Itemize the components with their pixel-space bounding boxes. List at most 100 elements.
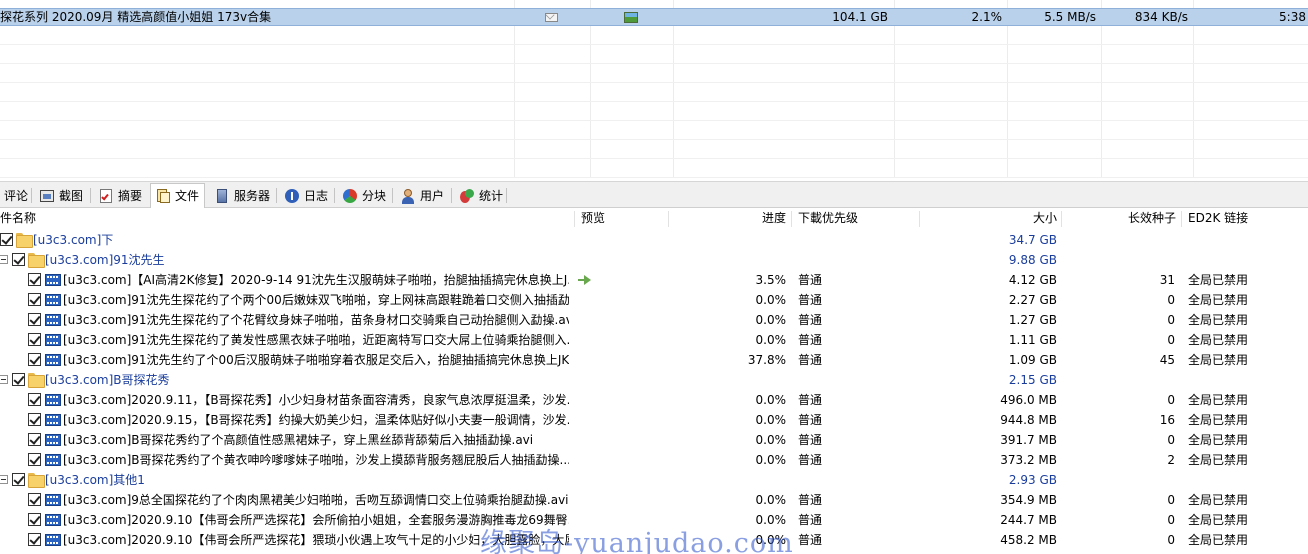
tab-screenshots[interactable]: 截图 [35, 184, 88, 207]
file-priority[interactable]: 普通 [798, 530, 916, 550]
column-header-name[interactable]: 件名称 [0, 209, 570, 229]
checkbox[interactable] [28, 453, 41, 466]
file-row[interactable]: [u3c3.com]9总全国探花约了个肉肉黑裙美少妇啪啪，舌吻互舔调情口交上位骑… [0, 490, 1308, 510]
checkbox[interactable] [28, 333, 41, 346]
file-ed2k: 全局已禁用 [1188, 453, 1249, 467]
file-name: [u3c3.com]【AI高清2K修复】2020-9-14 91沈先生汉服萌妹子… [63, 273, 569, 287]
image-preview-icon[interactable] [624, 9, 640, 27]
file-row[interactable]: [u3c3.com]91沈先生探花约了个花臂纹身妹子啪啪，苗条身材口交骑乘自己动… [0, 310, 1308, 330]
summary-icon [98, 188, 114, 204]
file-row[interactable]: [u3c3.com]【AI高清2K修复】2020-9-14 91沈先生汉服萌妹子… [0, 270, 1308, 290]
checkbox[interactable] [28, 313, 41, 326]
file-priority[interactable]: 普通 [798, 310, 916, 330]
tab-divider [31, 188, 32, 203]
tab-label: 评论 [4, 188, 29, 203]
file-row[interactable]: [u3c3.com]2020.9.10【伟哥会所严选探花】会所偷拍小姐姐，全套服… [0, 510, 1308, 530]
upload-speed: 834 KB/s [1134, 10, 1188, 24]
envelope-icon[interactable] [545, 9, 561, 27]
checkbox[interactable] [28, 533, 41, 546]
file-row[interactable]: [u3c3.com]91沈先生探花约了黄发性感黑衣妹子啪啪，近距离特写口交大屌上… [0, 330, 1308, 350]
video-file-icon [45, 434, 61, 446]
file-row[interactable]: [u3c3.com]2020.9.11，【B哥探花秀】小少妇身材苗条面容清秀，良… [0, 390, 1308, 410]
file-priority[interactable]: 普通 [798, 430, 916, 450]
tab-chunks[interactable]: 分块 [338, 184, 391, 207]
file-priority[interactable]: 普通 [798, 510, 916, 530]
column-header-progress[interactable]: 进度 [672, 209, 786, 229]
folder-size: 2.15 GB [1008, 373, 1057, 387]
folder-row[interactable]: [u3c3.com]B哥探花秀 2.15 GB [0, 370, 1308, 390]
tab-users[interactable]: 用户 [396, 184, 449, 207]
file-row[interactable]: [u3c3.com]2020.9.10【伟哥会所严选探花】猥琐小伙遇上攻气十足的… [0, 530, 1308, 550]
checkbox[interactable] [28, 493, 41, 506]
checkbox[interactable] [28, 353, 41, 366]
collapse-toggle-icon[interactable] [0, 255, 8, 264]
checkbox[interactable] [0, 233, 13, 246]
file-seeds: 0 [1167, 513, 1175, 527]
checkbox[interactable] [12, 473, 25, 486]
tab-files[interactable]: 文件 [150, 183, 206, 208]
file-ed2k: 全局已禁用 [1188, 513, 1249, 527]
checkbox[interactable] [12, 253, 25, 266]
download-row-selected[interactable]: 探花系列 2020.09月 精选高颜值小姐姐 173v合集 104.1 GB 2… [0, 8, 1308, 26]
file-ed2k: 全局已禁用 [1188, 273, 1249, 287]
checkbox[interactable] [28, 433, 41, 446]
column-header-priority[interactable]: 下載优先级 [798, 209, 916, 229]
file-row[interactable]: [u3c3.com]B哥探花秀约了个高颜值性感黑裙妹子，穿上黑丝舔背舔菊后入抽插… [0, 430, 1308, 450]
folder-row[interactable]: [u3c3.com]91沈先生 9.88 GB [0, 250, 1308, 270]
file-priority[interactable]: 普通 [798, 410, 916, 430]
file-priority[interactable]: 普通 [798, 390, 916, 410]
column-header-preview[interactable]: 预览 [581, 209, 661, 229]
tab-comments[interactable]: 评论 [0, 184, 33, 207]
folder-row[interactable]: [u3c3.com]其他1 2.93 GB [0, 470, 1308, 490]
tab-label: 截图 [59, 188, 84, 203]
file-size: 496.0 MB [1000, 393, 1057, 407]
empty-row [0, 103, 1308, 121]
file-size: 354.9 MB [1000, 493, 1057, 507]
folder-name: [u3c3.com]其他1 [45, 473, 145, 487]
file-row[interactable]: [u3c3.com]91沈先生约了个00后汉服萌妹子啪啪穿着衣服足交后入，抬腿抽… [0, 350, 1308, 370]
folder-size: 9.88 GB [1008, 253, 1057, 267]
column-header-seeds[interactable]: 长效种子 [1064, 209, 1176, 229]
tab-stats[interactable]: 统计 [455, 184, 508, 207]
folder-row[interactable]: [u3c3.com]下 34.7 GB [0, 230, 1308, 250]
download-progress: 2.1% [971, 10, 1003, 24]
tab-servers[interactable]: 服务器 [210, 184, 275, 207]
column-header-size[interactable]: 大小 [922, 209, 1057, 229]
file-name: [u3c3.com]91沈先生探花约了个花臂纹身妹子啪啪，苗条身材口交骑乘自己动… [63, 313, 569, 327]
collapse-toggle-icon[interactable] [0, 375, 8, 384]
stats-icon [459, 188, 475, 204]
file-row[interactable]: [u3c3.com]91沈先生探花约了个两个00后嫩妹双飞啪啪，穿上网袜高跟鞋跪… [0, 290, 1308, 310]
preview-play-icon[interactable] [578, 275, 592, 285]
checkbox[interactable] [28, 273, 41, 286]
checkbox[interactable] [28, 393, 41, 406]
folder-name: [u3c3.com]下 [33, 233, 114, 247]
folder-size: 2.93 GB [1008, 473, 1057, 487]
file-priority[interactable]: 普通 [798, 450, 916, 470]
server-icon [214, 188, 230, 204]
checkbox[interactable] [28, 513, 41, 526]
column-header-ed2k[interactable]: ED2K 链接 [1188, 209, 1306, 229]
checkbox[interactable] [12, 373, 25, 386]
file-row[interactable]: [u3c3.com]B哥探花秀约了个黄衣呻吟嗲嗲妹子啪啪，沙发上摸舔背服务翘屁股… [0, 450, 1308, 470]
tab-log[interactable]: 日志 [280, 184, 333, 207]
file-priority[interactable]: 普通 [798, 290, 916, 310]
file-progress: 0.0% [755, 493, 787, 507]
file-progress: 37.8% [747, 353, 786, 367]
file-ed2k: 全局已禁用 [1188, 313, 1249, 327]
tab-summary[interactable]: 摘要 [94, 184, 147, 207]
file-priority[interactable]: 普通 [798, 350, 916, 370]
file-seeds: 0 [1167, 313, 1175, 327]
file-priority[interactable]: 普通 [798, 490, 916, 510]
folder-icon [16, 233, 33, 248]
checkbox[interactable] [28, 413, 41, 426]
checkbox[interactable] [28, 293, 41, 306]
file-progress: 3.5% [755, 273, 787, 287]
file-priority[interactable]: 普通 [798, 330, 916, 350]
file-priority[interactable]: 普通 [798, 270, 916, 290]
collapse-toggle-icon[interactable] [0, 475, 8, 484]
empty-row [0, 141, 1308, 159]
file-seeds: 31 [1159, 273, 1175, 287]
file-name: [u3c3.com]91沈先生约了个00后汉服萌妹子啪啪穿着衣服足交后入，抬腿抽… [63, 353, 569, 367]
file-progress: 0.0% [755, 313, 787, 327]
file-row[interactable]: [u3c3.com]2020.9.15，【B哥探花秀】约操大奶美少妇，温柔体贴好… [0, 410, 1308, 430]
